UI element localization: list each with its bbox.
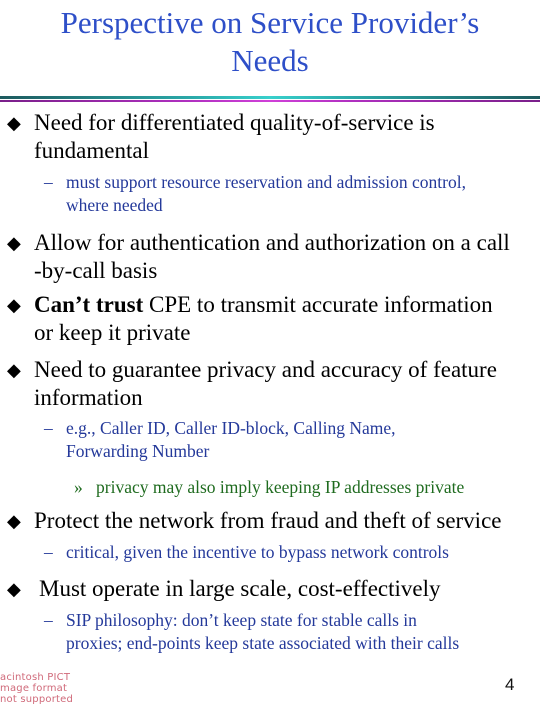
bullet-fraud: ◆ Protect the network from fraud and the… (7, 507, 502, 535)
diamond-bullet-icon: ◆ (7, 113, 21, 133)
subbullet-text-line: proxies; end-points keep state associate… (66, 633, 460, 653)
subbullet-text-line: SIP philosophy: don’t keep state for sta… (66, 610, 417, 630)
bold-emphasis: Can’t trust (34, 292, 144, 317)
subbullet-text-line: Forwarding Number (66, 441, 210, 461)
subbullet-text-line: e.g., Caller ID, Caller ID-block, Callin… (66, 418, 396, 438)
bullet-text-line: Need for differentiated quality-of-servi… (34, 110, 435, 135)
bullet-text-line: Must operate in large scale, cost-effect… (39, 576, 441, 601)
pict-text-line: not supported (0, 694, 74, 705)
bullet-text-line: fundamental (34, 138, 149, 163)
bullet-text-line: -by-call basis (34, 258, 158, 283)
diamond-bullet-icon: ◆ (7, 511, 21, 531)
bullet-text-line: Protect the network from fraud and theft… (34, 508, 502, 533)
pict-text-line: mage format (0, 683, 68, 694)
bullet-text-rest: CPE to transmit accurate information (143, 292, 493, 317)
diamond-bullet-icon: ◆ (7, 579, 21, 599)
subbullet-text-line: where needed (66, 195, 163, 215)
bullet-cant-trust-cpe: ◆ Can’t trust CPE to transmit accurate i… (7, 291, 493, 347)
bullet-scale: ◆ Must operate in large scale, cost-effe… (7, 575, 441, 603)
dash-bullet-icon: – (44, 610, 53, 630)
bullet-authentication: ◆ Allow for authentication and authoriza… (7, 229, 510, 285)
diamond-bullet-icon: ◆ (7, 233, 21, 253)
title-line-1: Perspective on Service Provider’s (60, 5, 480, 40)
dash-bullet-icon: – (44, 172, 53, 192)
title-divider-purple (0, 100, 540, 102)
dash-bullet-icon: – (44, 542, 53, 562)
bullet-text-line: or keep it private (34, 320, 191, 345)
bullet-privacy: ◆ Need to guarantee privacy and accuracy… (7, 356, 497, 412)
page-number: 4 (505, 675, 515, 694)
pict-placeholder-image: acintosh PICT mage format not supported (0, 672, 73, 705)
subbullet-text-line: must support resource reservation and ad… (66, 172, 466, 192)
bullet-text-line: Can’t trust CPE to transmit accurate inf… (34, 291, 493, 319)
bullet-text-line: Need to guarantee privacy and accuracy o… (34, 357, 497, 382)
subbullet-reservation: – must support resource reservation and … (44, 171, 466, 217)
pict-text-line: acintosh PICT (0, 672, 71, 683)
subbullet-text-line: critical, given the incentive to bypass … (66, 542, 449, 562)
subbullet-caller-id: – e.g., Caller ID, Caller ID-block, Call… (44, 417, 396, 463)
bullet-text-line: Allow for authentication and authorizati… (34, 230, 510, 255)
subbullet-bypass: – critical, given the incentive to bypas… (44, 541, 449, 564)
bullet-qos: ◆ Need for differentiated quality-of-ser… (7, 109, 435, 165)
bullet-text-line: information (34, 385, 143, 410)
diamond-bullet-icon: ◆ (7, 295, 21, 315)
subsubbullet-text-line: privacy may also imply keeping IP addres… (96, 477, 465, 497)
raquo-bullet-icon: » (74, 477, 83, 497)
subbullet-sip-philosophy: – SIP philosophy: don’t keep state for s… (44, 609, 460, 655)
slide-title: Perspective on Service Provider’s Needs (0, 4, 540, 80)
title-divider-teal (0, 96, 540, 99)
subsubbullet-ip-privacy: » privacy may also imply keeping IP addr… (74, 476, 465, 499)
title-line-2: Needs (231, 43, 309, 78)
dash-bullet-icon: – (44, 418, 53, 438)
diamond-bullet-icon: ◆ (7, 360, 21, 380)
